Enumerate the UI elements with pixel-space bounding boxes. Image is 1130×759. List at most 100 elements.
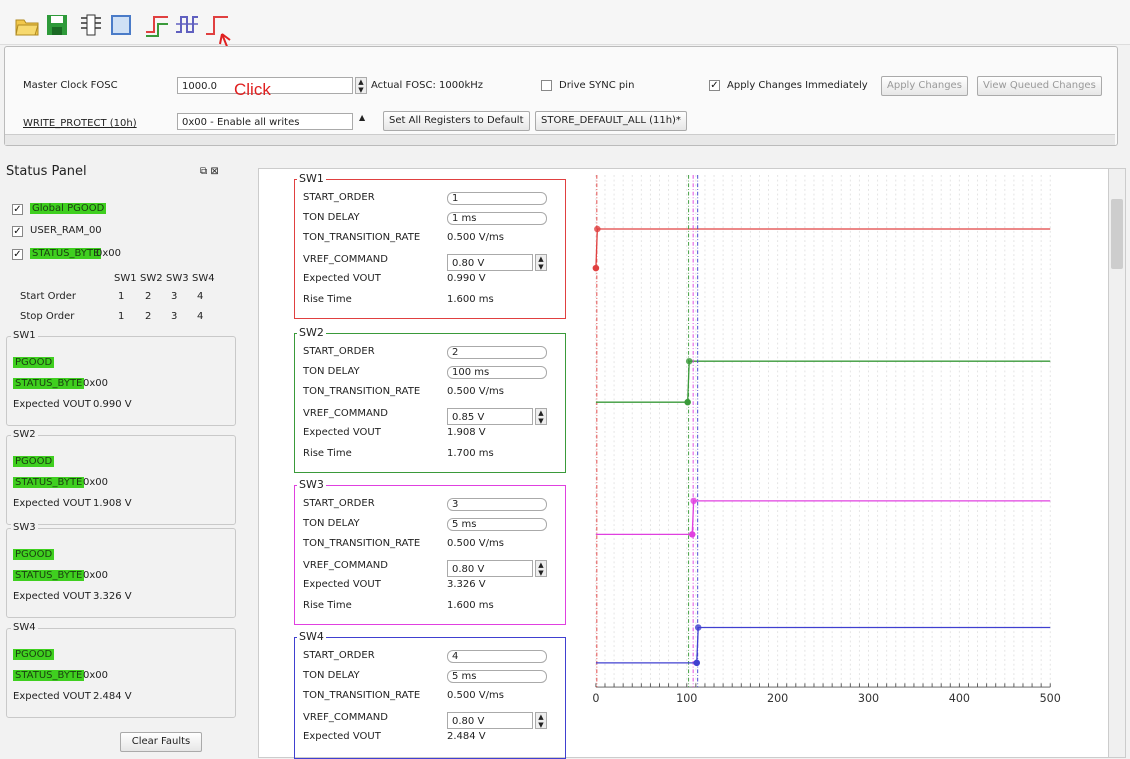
rise-time-value: 1.700 ms [447, 448, 494, 459]
scrollbar-thumb[interactable] [1111, 199, 1123, 269]
start-order-label: START_ORDER [303, 192, 375, 203]
ton-delay-select[interactable]: 100 ms [447, 366, 547, 379]
open-folder-icon[interactable] [14, 12, 40, 38]
start-order-label: START_ORDER [303, 346, 375, 357]
horizontal-scrollbar[interactable] [5, 134, 1115, 145]
group-title: SW1 [11, 330, 38, 341]
apply-immediately-label: Apply Changes Immediately [727, 80, 868, 91]
pgood-indicator: PGOOD [13, 649, 55, 660]
vref-spinner[interactable]: ▲ ▼ [535, 408, 547, 425]
waveform-icon[interactable] [174, 12, 200, 38]
switch-title: SW3 [297, 478, 326, 491]
stop-order-value: 1 [118, 311, 125, 322]
stop-order-value: 3 [171, 311, 178, 322]
set-default-button[interactable]: Set All Registers to Default [383, 111, 530, 131]
sequencing-plot: 0 100 200 300 400 500 [592, 175, 1061, 705]
ton-delay-label: TON DELAY [303, 366, 360, 377]
status-group-sw4: SW4 PGOOD STATUS_BYTE 0x00 Expected VOUT 2.48… [6, 622, 236, 718]
vref-label: VREF_COMMAND [303, 254, 388, 265]
x-tick-label: 0 [592, 692, 599, 705]
ttr-value: 0.500 V/ms [447, 690, 504, 701]
rise-time-value: 1.600 ms [447, 600, 494, 611]
expected-vout-value: 3.326 V [447, 579, 486, 590]
vref-input[interactable]: 0.80 V [447, 560, 533, 577]
status-byte-value: 0x00 [83, 570, 109, 581]
expected-vout-label: Expected VOUT [13, 591, 91, 602]
ton-delay-select[interactable]: 5 ms [447, 518, 547, 531]
ton-delay-label: TON DELAY [303, 518, 360, 529]
apply-immediately-checkbox[interactable]: ✓ [709, 80, 720, 91]
expected-vout-label: Expected VOUT [303, 579, 381, 590]
start-order-value: 1 [118, 291, 125, 302]
status-panel-title: Status Panel [6, 164, 87, 179]
start-order-select[interactable]: 2 [447, 346, 547, 359]
expected-vout-label: Expected VOUT [13, 498, 91, 509]
switch-title: SW1 [297, 172, 326, 185]
status-byte-indicator: STATUS_BYTE [30, 248, 102, 259]
start-order-label: Start Order [20, 291, 77, 302]
ton-delay-select[interactable]: 5 ms [447, 670, 547, 683]
write-protect-select[interactable]: 0x00 - Enable all writes [177, 113, 353, 130]
start-order-select[interactable]: 4 [447, 650, 547, 663]
register-icon[interactable] [78, 12, 104, 38]
rise-time-label: Rise Time [303, 448, 352, 459]
vref-spinner[interactable]: ▲ ▼ [535, 560, 547, 577]
ttr-value: 0.500 V/ms [447, 538, 504, 549]
series-line [595, 228, 1051, 269]
stop-order-value: 4 [197, 311, 204, 322]
status-byte-value: 0x00 [83, 477, 109, 488]
point [694, 624, 702, 631]
vref-input[interactable]: 0.80 V [447, 254, 533, 271]
global-pgood-checkbox[interactable]: ✓ [12, 204, 23, 215]
switch-box-sw1: SW1 START_ORDER TON DELAY TON_TRANSITION_RA… [294, 172, 566, 319]
stop-order-label: Stop Order [20, 311, 75, 322]
vref-label: VREF_COMMAND [303, 560, 388, 571]
ttr-label: TON_TRANSITION_RATE [303, 538, 421, 549]
vref-spinner[interactable]: ▲ ▼ [535, 254, 547, 271]
status-byte-value: 0x00 [83, 670, 109, 681]
view-queued-changes-button[interactable]: View Queued Changes [977, 76, 1102, 96]
col-sw1: SW1 [114, 273, 137, 284]
ton-delay-select[interactable]: 1 ms [447, 212, 547, 225]
write-protect-dropdown-icon[interactable]: ▲ [359, 113, 365, 122]
master-clock-label: Master Clock FOSC [23, 80, 118, 91]
point [685, 357, 693, 365]
status-group-sw2: SW2 PGOOD STATUS_BYTE 0x00 Expected VOUT 1.90… [6, 429, 236, 525]
drive-sync-label: Drive SYNC pin [559, 80, 635, 91]
sequencing-icon[interactable] [144, 12, 170, 38]
col-sw2: SW2 [140, 273, 163, 284]
register-values-icon[interactable] [108, 12, 134, 38]
clear-faults-button[interactable]: Clear Faults [120, 732, 202, 752]
ttr-label: TON_TRANSITION_RATE [303, 232, 421, 243]
user-ram-checkbox[interactable]: ✓ [12, 226, 23, 237]
vref-input[interactable]: 0.80 V [447, 712, 533, 729]
start-order-select[interactable]: 3 [447, 498, 547, 511]
start-order-select[interactable]: 1 [447, 192, 547, 205]
x-tick-label: 500 [1040, 692, 1061, 705]
vertical-scrollbar[interactable] [1108, 169, 1125, 757]
col-sw3: SW3 [166, 273, 189, 284]
expected-vout-value: 0.990 V [447, 273, 486, 284]
point [690, 497, 697, 505]
ttr-label: TON_TRANSITION_RATE [303, 690, 421, 701]
point [594, 225, 601, 233]
master-clock-spinner[interactable]: ▲ ▼ [355, 77, 367, 94]
vref-spinner[interactable]: ▲ ▼ [535, 712, 547, 729]
ttr-label: TON_TRANSITION_RATE [303, 386, 421, 397]
expected-vout-value: 1.908 V [447, 427, 486, 438]
switch-box-sw2: SW2 START_ORDER TON DELAY TON_TRANSITION_RA… [294, 326, 566, 473]
sequencing-panel: SW1 START_ORDER TON DELAY TON_TRANSITION_RA… [258, 168, 1126, 759]
apply-changes-button[interactable]: Apply Changes [881, 76, 968, 96]
pgood-indicator: PGOOD [13, 549, 55, 560]
switch-title: SW2 [297, 326, 326, 339]
save-icon[interactable] [44, 12, 70, 38]
status-byte-checkbox[interactable]: ✓ [12, 249, 23, 260]
group-title: SW3 [11, 522, 38, 533]
store-default-button[interactable]: STORE_DEFAULT_ALL (11h)* [535, 111, 687, 131]
point [684, 398, 691, 406]
status-byte-indicator: STATUS_BYTE [13, 378, 85, 389]
vref-input[interactable]: 0.85 V [447, 408, 533, 425]
panel-controls-icon[interactable]: ⧉ ⊠ [200, 166, 219, 177]
expected-vout-value: 1.908 V [93, 498, 132, 509]
drive-sync-checkbox[interactable] [541, 80, 552, 91]
